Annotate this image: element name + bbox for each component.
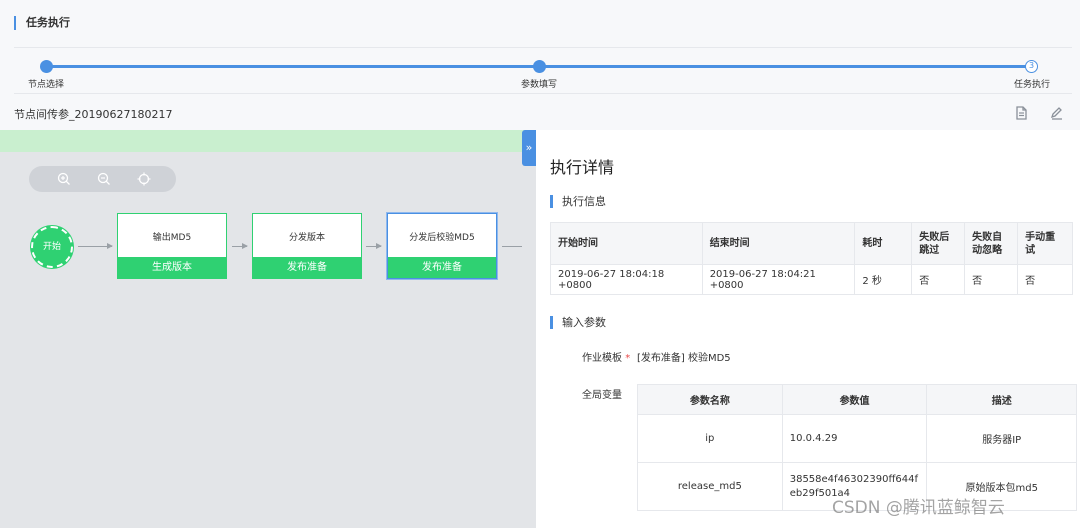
node-tag: 发布准备 bbox=[388, 257, 496, 278]
watermark: CSDN @腾讯蓝鲸智云 bbox=[832, 498, 1005, 518]
canvas-status-band bbox=[0, 130, 536, 152]
collapse-panel-button[interactable]: » bbox=[522, 130, 536, 166]
zoom-toolbar bbox=[29, 166, 176, 192]
flow-arrow bbox=[232, 243, 248, 249]
template-label-text: 作业模板 bbox=[582, 353, 622, 364]
col-header: 失败后跳过 bbox=[911, 222, 966, 265]
col-header: 开始时间 bbox=[550, 222, 703, 265]
flow-node-distribute-version[interactable]: 分发版本 发布准备 bbox=[252, 213, 362, 279]
section-title-exec-info: 执行信息 bbox=[550, 195, 606, 208]
table-cell: 2019-06-27 18:04:21 +0800 bbox=[701, 264, 856, 295]
node-tag: 发布准备 bbox=[253, 257, 361, 278]
page-title: 任务执行 bbox=[14, 16, 70, 30]
step-dot-3[interactable]: 3 bbox=[1025, 60, 1038, 73]
flow-arrow bbox=[78, 243, 113, 249]
flow-canvas[interactable]: 开始 输出MD5 生成版本 分发版本 发布准备 分发后校验MD5 发布准备 bbox=[0, 130, 536, 528]
col-header: 耗时 bbox=[854, 222, 913, 265]
step-label-2: 参数填写 bbox=[521, 80, 558, 90]
table-cell: 2 秒 bbox=[854, 264, 913, 295]
flow-node-output-md5[interactable]: 输出MD5 生成版本 bbox=[117, 213, 227, 279]
table-cell: 服务器IP bbox=[926, 414, 1077, 463]
page-header: 任务执行 bbox=[0, 0, 1080, 48]
template-label: 作业模板 * bbox=[582, 349, 630, 364]
task-toolbar: 节点间传参_20190627180217 bbox=[0, 96, 1080, 130]
node-title: 分发后校验MD5 bbox=[409, 233, 475, 243]
step-dot-1[interactable] bbox=[40, 60, 53, 73]
section-title-input-params: 输入参数 bbox=[550, 316, 606, 329]
flow-arrow bbox=[502, 246, 522, 247]
table-header-row: 参数名称 参数值 描述 bbox=[637, 384, 1077, 415]
panel-title: 执行详情 bbox=[550, 158, 615, 177]
table-cell: ip bbox=[637, 414, 783, 463]
col-header: 结束时间 bbox=[701, 222, 856, 265]
header-divider bbox=[14, 47, 1072, 48]
step-progress: 3 节点选择 参数填写 任务执行 bbox=[0, 50, 1080, 94]
node-tag: 生成版本 bbox=[118, 257, 226, 278]
execution-detail-panel: 执行详情 执行信息 开始时间 结束时间 耗时 失败后跳过 失败自动忽略 手动重试… bbox=[536, 130, 1080, 528]
table-header-row: 开始时间 结束时间 耗时 失败后跳过 失败自动忽略 手动重试 bbox=[550, 222, 1073, 265]
steps-divider bbox=[14, 93, 1072, 94]
reset-view-icon[interactable] bbox=[136, 171, 152, 187]
col-header: 参数名称 bbox=[637, 384, 783, 415]
zoom-out-icon[interactable] bbox=[96, 171, 112, 187]
global-vars-table: 参数名称 参数值 描述 ip 10.0.4.29 服务器IP release_m… bbox=[637, 384, 1077, 511]
global-vars-label: 全局变量 bbox=[582, 390, 622, 401]
table-cell: 2019-06-27 18:04:18 +0800 bbox=[550, 264, 703, 295]
table-row: 2019-06-27 18:04:18 +0800 2019-06-27 18:… bbox=[550, 264, 1073, 295]
table-cell: 10.0.4.29 bbox=[781, 414, 928, 463]
flow-node-verify-md5[interactable]: 分发后校验MD5 发布准备 bbox=[387, 213, 497, 279]
document-icon[interactable] bbox=[1012, 104, 1030, 122]
zoom-in-icon[interactable] bbox=[56, 171, 72, 187]
table-cell: 否 bbox=[964, 264, 1019, 295]
col-header: 参数值 bbox=[781, 384, 928, 415]
node-title: 分发版本 bbox=[288, 233, 325, 243]
col-header: 失败自动忽略 bbox=[964, 222, 1019, 265]
table-row: ip 10.0.4.29 服务器IP bbox=[637, 414, 1077, 463]
col-header: 描述 bbox=[926, 384, 1077, 415]
task-name: 节点间传参_20190627180217 bbox=[14, 108, 173, 121]
exec-info-table: 开始时间 结束时间 耗时 失败后跳过 失败自动忽略 手动重试 2019-06-2… bbox=[550, 222, 1073, 295]
start-node[interactable]: 开始 bbox=[31, 226, 73, 268]
step-dot-2[interactable] bbox=[533, 60, 546, 73]
flow-arrow bbox=[366, 243, 382, 249]
table-cell: release_md5 bbox=[637, 462, 783, 511]
node-title: 输出MD5 bbox=[152, 233, 192, 243]
step-label-1: 节点选择 bbox=[28, 80, 65, 90]
template-value: [发布准备] 校验MD5 bbox=[637, 353, 731, 364]
edit-icon[interactable] bbox=[1048, 104, 1066, 122]
table-cell: 否 bbox=[911, 264, 966, 295]
step-label-3: 任务执行 bbox=[1014, 80, 1051, 90]
required-marker: * bbox=[625, 353, 631, 364]
col-header: 手动重试 bbox=[1017, 222, 1073, 265]
table-cell: 否 bbox=[1017, 264, 1073, 295]
